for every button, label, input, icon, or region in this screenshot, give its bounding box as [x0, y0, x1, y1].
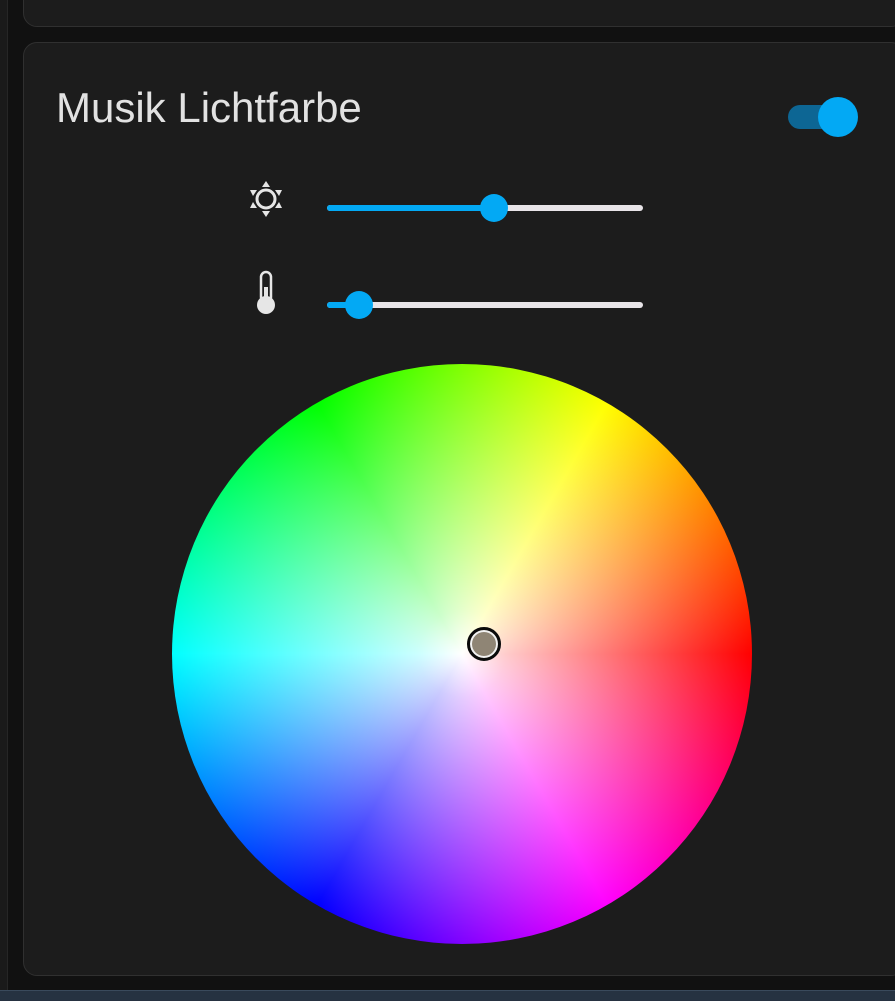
color-wheel[interactable] [172, 364, 752, 944]
slider-thumb[interactable] [345, 291, 373, 319]
power-toggle[interactable] [788, 97, 860, 137]
color-temp-slider[interactable] [327, 290, 643, 320]
card-title: Musik Lichtfarbe [56, 84, 362, 131]
brightness-slider[interactable] [327, 193, 643, 223]
sidebar-divider [7, 0, 8, 990]
light-card: Musik Lichtfarbe [23, 42, 895, 976]
previous-card [23, 0, 895, 27]
color-wheel-marker[interactable] [467, 627, 502, 662]
brightness-icon [246, 177, 286, 221]
toggle-thumb [818, 97, 858, 137]
sidebar-edge [0, 0, 7, 990]
taskbar-edge-line [0, 990, 895, 991]
thermometer-icon [246, 267, 286, 314]
slider-fill [327, 205, 494, 211]
slider-thumb[interactable] [480, 194, 508, 222]
taskbar-edge [0, 990, 895, 1001]
slider-track [327, 302, 643, 308]
